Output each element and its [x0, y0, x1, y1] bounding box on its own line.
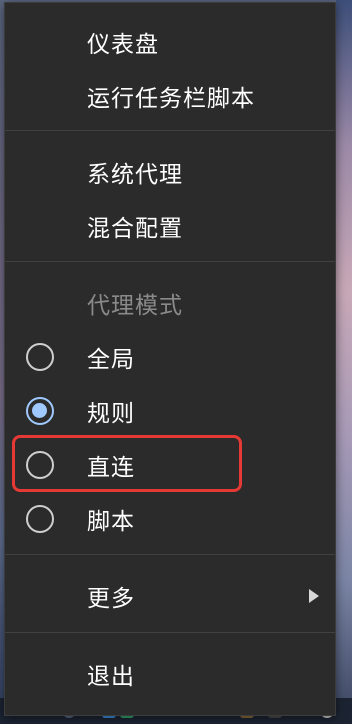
radio-button-checked-icon: [26, 397, 54, 425]
submenu-arrow-icon: [309, 589, 319, 603]
radio-button-icon: [26, 451, 54, 479]
menu-item-mode-script[interactable]: 脚本: [5, 492, 335, 546]
menu-item-label: 直连: [87, 455, 135, 481]
menu-item-system-proxy[interactable]: 系统代理: [5, 145, 335, 199]
menu-item-label: 运行任务栏脚本: [87, 86, 255, 112]
radio-button-icon: [26, 343, 54, 371]
menu-item-label: 规则: [87, 401, 135, 427]
proxy-mode-header: 代理模式: [5, 276, 335, 330]
menu-item-label: 更多: [87, 586, 135, 612]
menu-separator: [5, 632, 335, 633]
radio-button-icon: [26, 505, 54, 533]
menu-item-label: 退出: [87, 664, 135, 690]
menu-item-run-taskbar-script[interactable]: 运行任务栏脚本: [5, 69, 335, 123]
desktop-background: [336, 0, 352, 724]
menu-item-label: 脚本: [87, 509, 135, 535]
menu-separator: [5, 130, 335, 131]
menu-item-dashboard[interactable]: 仪表盘: [5, 15, 335, 69]
menu-item-mixed-config[interactable]: 混合配置: [5, 199, 335, 253]
tray-context-menu: 仪表盘 运行任务栏脚本 系统代理 混合配置 代理模式 全局 规则 直连 脚本 更…: [4, 2, 336, 716]
menu-item-label: 混合配置: [87, 216, 183, 242]
section-header-label: 代理模式: [87, 293, 183, 319]
menu-item-label: 仪表盘: [87, 32, 159, 58]
menu-separator: [5, 554, 335, 555]
menu-separator: [5, 261, 335, 262]
menu-item-mode-global[interactable]: 全局: [5, 330, 335, 384]
menu-item-mode-rule[interactable]: 规则: [5, 384, 335, 438]
menu-item-more[interactable]: 更多: [5, 569, 335, 623]
menu-item-exit[interactable]: 退出: [5, 647, 335, 701]
menu-item-mode-direct[interactable]: 直连: [5, 438, 335, 492]
menu-item-label: 系统代理: [87, 162, 183, 188]
menu-item-label: 全局: [87, 347, 135, 373]
